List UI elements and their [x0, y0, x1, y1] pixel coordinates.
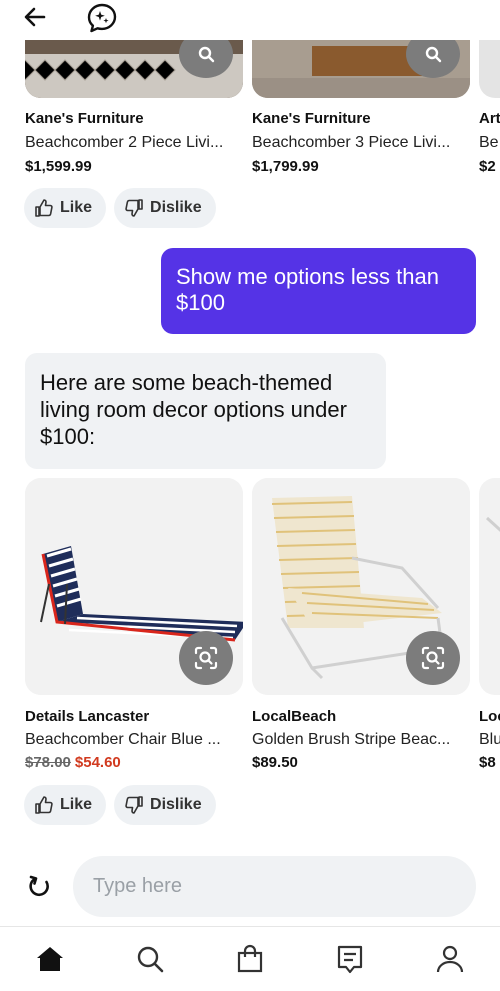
product-price: $8 — [479, 754, 496, 771]
lens-search-icon — [198, 46, 215, 63]
product-price: $78.00 $54.60 — [25, 754, 121, 771]
store-name: Details Lancaster — [25, 708, 150, 725]
thumbs-down-icon — [125, 796, 143, 814]
store-name: Kane's Furniture — [25, 110, 144, 127]
visual-search-button[interactable] — [179, 631, 233, 685]
user-message-bubble: Show me options less than $100 — [161, 248, 476, 334]
product-image[interactable] — [252, 478, 470, 695]
product-title: Beachcomber Chair Blue ... — [25, 731, 221, 748]
product-image[interactable] — [479, 40, 500, 98]
refresh-icon[interactable] — [26, 873, 54, 901]
sale-price: $54.60 — [74, 754, 121, 771]
dislike-label: Dislike — [150, 796, 202, 813]
original-price: $78.00 — [25, 754, 71, 771]
reaction-bar: Like Dislike — [24, 188, 216, 228]
product-card[interactable]: LocalBeach Golden Brush Stripe Beac... $… — [252, 478, 470, 771]
product-price: $1,799.99 — [252, 158, 319, 175]
product-image[interactable] — [25, 40, 243, 98]
product-image-partial — [485, 516, 500, 532]
product-price: $1,599.99 — [25, 158, 92, 175]
store-name: Loc — [479, 708, 500, 725]
product-price: $2 — [479, 158, 496, 175]
assistant-message-bubble: Here are some beach-themed living room d… — [25, 353, 386, 469]
store-name: LocalBeach — [252, 708, 337, 725]
product-image[interactable] — [479, 478, 500, 695]
product-card[interactable]: Kane's Furniture Beachcomber 2 Piece Liv… — [25, 40, 243, 175]
message-input[interactable] — [73, 856, 476, 917]
store-name: Kane's Furniture — [252, 110, 371, 127]
product-card[interactable]: Details Lancaster Beachcomber Chair Blue… — [25, 478, 243, 771]
dislike-button[interactable]: Dislike — [114, 785, 216, 825]
product-title: Blu — [479, 731, 500, 748]
like-button[interactable]: Like — [24, 785, 107, 825]
arrow-left-icon[interactable] — [22, 4, 48, 30]
home-icon[interactable] — [34, 943, 66, 975]
shopping-bag-icon[interactable] — [234, 943, 266, 975]
lens-search-icon — [421, 646, 445, 670]
visual-search-button[interactable] — [406, 631, 460, 685]
top-bar — [0, 0, 500, 40]
product-image[interactable] — [252, 40, 470, 98]
product-carousel-top[interactable]: Kane's Furniture Beachcomber 2 Piece Liv… — [0, 40, 500, 180]
dislike-label: Dislike — [150, 199, 202, 216]
composer — [0, 855, 500, 919]
product-title: Be — [479, 134, 499, 151]
like-button[interactable]: Like — [24, 188, 107, 228]
store-name: Art — [479, 110, 500, 127]
product-title: Golden Brush Stripe Beac... — [252, 731, 451, 748]
product-image[interactable] — [25, 478, 243, 695]
product-card[interactable]: Art Be $2 — [479, 40, 500, 175]
product-title: Beachcomber 3 Piece Livi... — [252, 134, 451, 151]
product-price: $89.50 — [252, 754, 298, 771]
like-label: Like — [60, 796, 93, 813]
lists-icon[interactable] — [334, 943, 366, 975]
reaction-bar: Like Dislike — [24, 785, 216, 825]
thumbs-up-icon — [35, 796, 53, 814]
dislike-button[interactable]: Dislike — [114, 188, 216, 228]
bottom-navigation — [0, 926, 500, 991]
profile-icon[interactable] — [434, 943, 466, 975]
like-label: Like — [60, 199, 93, 216]
product-card[interactable]: Loc Blu $8 — [479, 478, 500, 771]
lens-search-icon — [425, 46, 442, 63]
product-carousel-bottom[interactable]: Details Lancaster Beachcomber Chair Blue… — [0, 478, 500, 778]
thumbs-down-icon — [125, 199, 143, 217]
product-card[interactable]: Kane's Furniture Beachcomber 3 Piece Liv… — [252, 40, 470, 175]
sparkle-chat-icon[interactable] — [86, 2, 118, 34]
search-icon[interactable] — [134, 943, 166, 975]
product-title: Beachcomber 2 Piece Livi... — [25, 134, 224, 151]
thumbs-up-icon — [35, 199, 53, 217]
lens-search-icon — [194, 646, 218, 670]
